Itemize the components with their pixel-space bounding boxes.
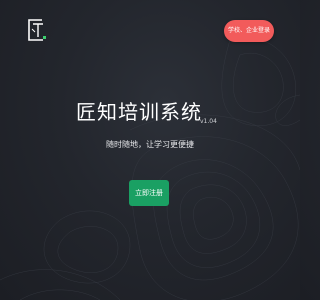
logo[interactable] [26,17,48,43]
topographic-background [0,37,300,300]
jiangzhi-logo-icon [28,19,46,41]
page-title: 匠知培训系统 [76,100,202,124]
school-enterprise-login-button[interactable]: 学校、企业登录 [224,20,274,42]
register-now-button[interactable]: 立即注册 [129,180,169,206]
tagline: 随时随地，让学习更便捷 [106,140,194,149]
version-label: v1.04 [200,118,217,125]
